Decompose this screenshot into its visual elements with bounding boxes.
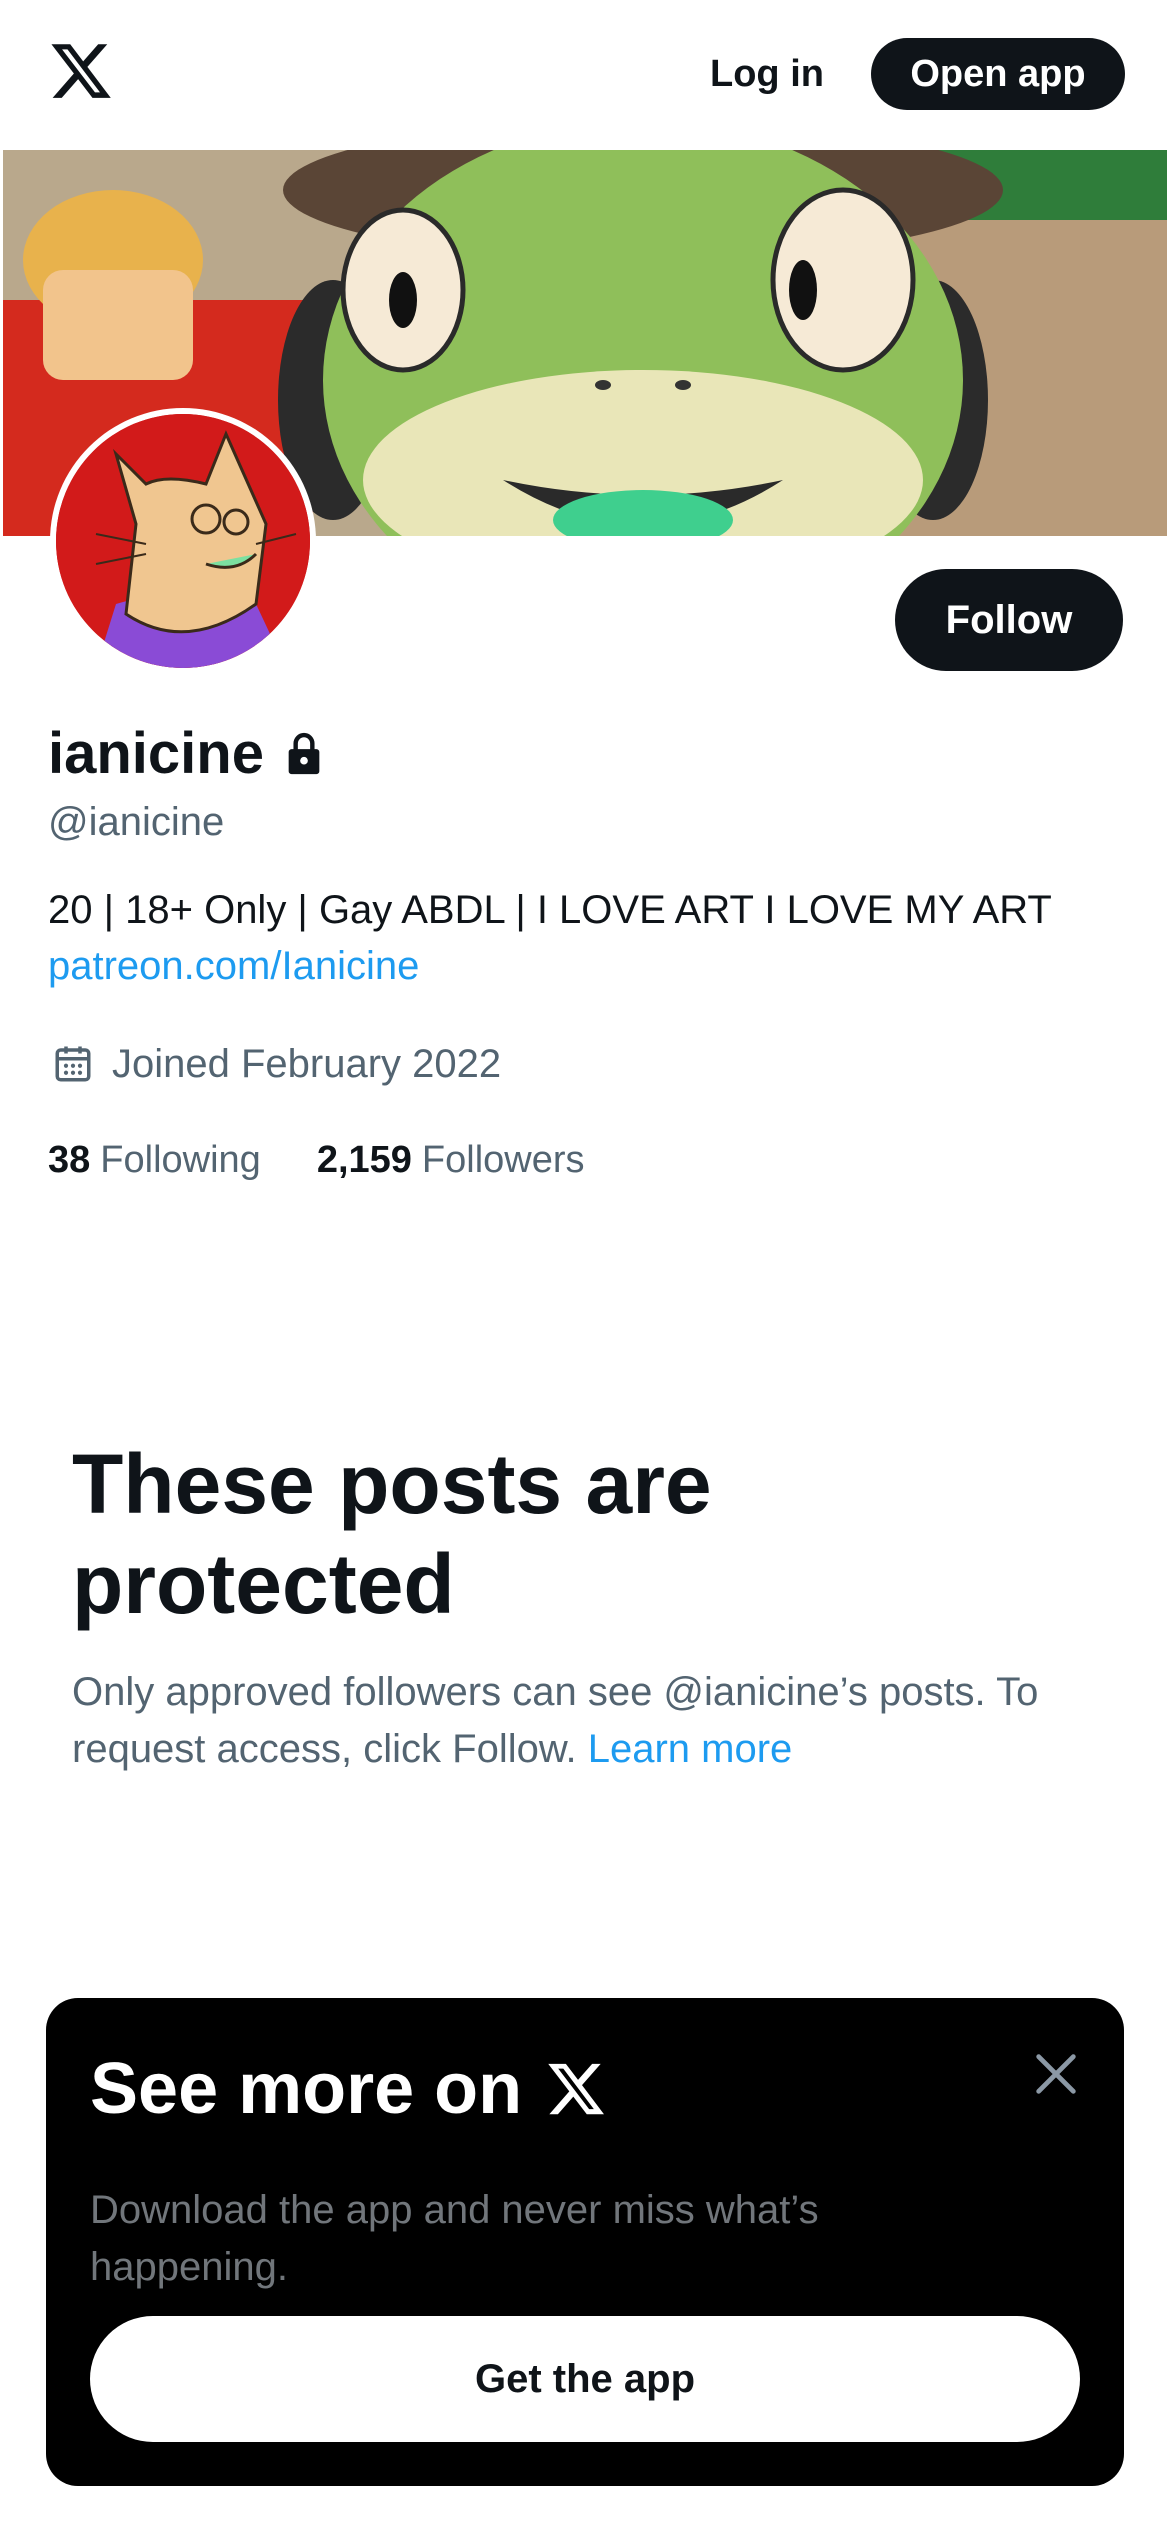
promo-title: See more on xyxy=(90,2049,523,2129)
promo-title-row: See more on xyxy=(90,2044,608,2134)
avatar-frame[interactable] xyxy=(50,408,316,674)
login-button[interactable]: Log in xyxy=(690,44,844,104)
followers-label: Followers xyxy=(421,1138,585,1181)
followers-stat[interactable]: 2,159 Followers xyxy=(317,1139,585,1182)
promo-description: Download the app and never miss what’s h… xyxy=(90,2188,819,2289)
close-icon[interactable] xyxy=(1030,2048,1082,2100)
joined-date: Joined February 2022 xyxy=(112,1041,502,1086)
open-app-button[interactable]: Open app xyxy=(871,38,1125,110)
top-bar: Log in Open app xyxy=(0,0,1170,150)
profile-bio: 20 | 18+ Only | Gay ABDL | I LOVE ART I … xyxy=(48,888,1052,932)
lock-icon xyxy=(288,732,320,775)
joined-date-row: Joined February 2022 xyxy=(52,1036,501,1092)
get-the-app-button[interactable]: Get the app xyxy=(90,2316,1080,2442)
display-name-row: ianicine xyxy=(48,718,324,788)
protected-description-text: Only approved followers can see @ianicin… xyxy=(72,1670,1039,1771)
protected-posts-description: Only approved followers can see @ianicin… xyxy=(72,1664,1112,1778)
x-logo-icon xyxy=(548,2063,605,2115)
learn-more-link[interactable]: Learn more xyxy=(588,1727,793,1771)
follow-stats: 38 Following 2,159 Followers xyxy=(48,1132,585,1188)
followers-count: 2,159 xyxy=(316,1138,412,1181)
display-name: ianicine xyxy=(48,720,264,786)
following-count: 38 xyxy=(48,1138,91,1181)
following-label: Following xyxy=(100,1138,261,1181)
following-stat[interactable]: 38 Following xyxy=(48,1139,261,1182)
profile-handle: @ianicine xyxy=(48,800,225,844)
calendar-icon xyxy=(55,1046,91,1082)
protected-posts-title: These posts are protected xyxy=(72,1437,712,1631)
x-logo-icon[interactable] xyxy=(46,38,116,104)
follow-button[interactable]: Follow xyxy=(895,569,1123,671)
avatar xyxy=(56,414,310,668)
app-promo-card: See more on Download the app and never m… xyxy=(46,1998,1124,2486)
profile-website-link[interactable]: patreon.com/Ianicine xyxy=(48,944,419,989)
